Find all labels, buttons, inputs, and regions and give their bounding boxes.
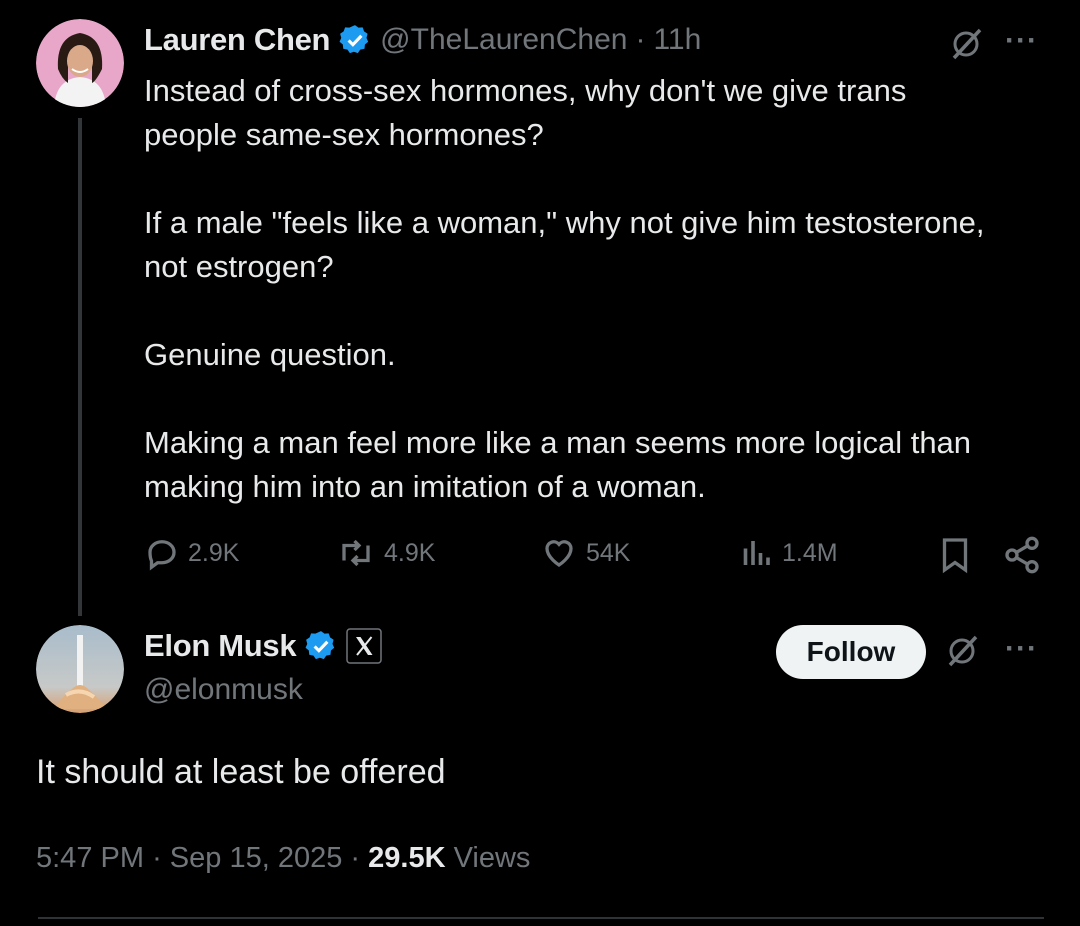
tweet-line: not estrogen? — [144, 249, 334, 284]
grok-icon[interactable] — [944, 633, 980, 669]
repost-button[interactable]: 4.9K — [336, 535, 435, 571]
views-button[interactable]: 1.4M — [738, 535, 838, 571]
share-icon[interactable] — [1002, 535, 1042, 575]
repost-count: 4.9K — [384, 538, 436, 567]
views-label: Views — [453, 842, 531, 874]
verified-badge-icon[interactable] — [338, 23, 372, 57]
verified-badge-icon[interactable] — [304, 629, 338, 663]
thread-connector-line — [78, 118, 82, 616]
follow-button[interactable]: Follow — [776, 625, 926, 679]
views-icon — [743, 541, 770, 565]
reply-button[interactable]: 2.9K — [144, 535, 239, 571]
like-button[interactable]: 54K — [540, 535, 630, 571]
tweet-line: Instead of cross-sex hormones, why don't… — [144, 73, 907, 108]
reply-count: 2.9K — [188, 538, 240, 567]
separator-dot: · — [350, 842, 361, 874]
tweet-line: If a male "feels like a woman," why not … — [144, 205, 985, 240]
tweet-time[interactable]: 5:47 PM — [36, 842, 144, 874]
tweet-meta: 5:47 PM · Sep 15, 2025 · 29.5K Views — [36, 842, 530, 875]
tweet-time[interactable]: 11h — [653, 23, 701, 57]
original-tweet-body: Instead of cross-sex hormones, why don't… — [144, 69, 1064, 509]
author-handle[interactable]: @TheLaurenChen — [380, 23, 627, 57]
tweet-line: Making a man feel more like a man seems … — [144, 425, 972, 460]
author-handle[interactable]: @elonmusk — [144, 673, 303, 707]
more-icon[interactable]: ··· — [1005, 632, 1038, 666]
tweet-date[interactable]: Sep 15, 2025 — [170, 842, 343, 874]
author-name[interactable]: Elon Musk — [144, 628, 297, 664]
repost-icon — [342, 539, 370, 567]
lauren-chen-avatar[interactable] — [36, 19, 124, 107]
reply-icon — [148, 540, 176, 571]
elon-avatar-image — [36, 625, 124, 713]
reply-tweet-text: It should at least be offered — [36, 753, 446, 791]
author-name[interactable]: Lauren Chen — [144, 22, 330, 58]
like-count: 54K — [586, 538, 631, 567]
tweet-line: Genuine question. — [144, 337, 396, 372]
like-icon — [545, 540, 573, 567]
more-icon[interactable]: ··· — [1005, 24, 1038, 58]
reply-tweet-header: Elon Musk — [144, 628, 383, 664]
lauren-avatar-image — [36, 19, 124, 107]
elon-musk-avatar[interactable] — [36, 625, 124, 713]
separator-dot: · — [152, 842, 162, 874]
original-tweet-header: Lauren Chen @TheLaurenChen · 11h — [144, 22, 701, 58]
separator-dot: · — [635, 23, 646, 56]
view-count: 29.5K — [368, 842, 446, 874]
tweet-line: making him into an imitation of a woman. — [144, 469, 706, 504]
divider — [38, 917, 1044, 919]
bookmark-icon[interactable] — [937, 535, 973, 575]
tweet-line: people same-sex hormones? — [144, 117, 544, 152]
grok-icon[interactable] — [948, 26, 984, 62]
views-count: 1.4M — [782, 538, 838, 567]
x-logo-icon[interactable] — [346, 628, 383, 664]
